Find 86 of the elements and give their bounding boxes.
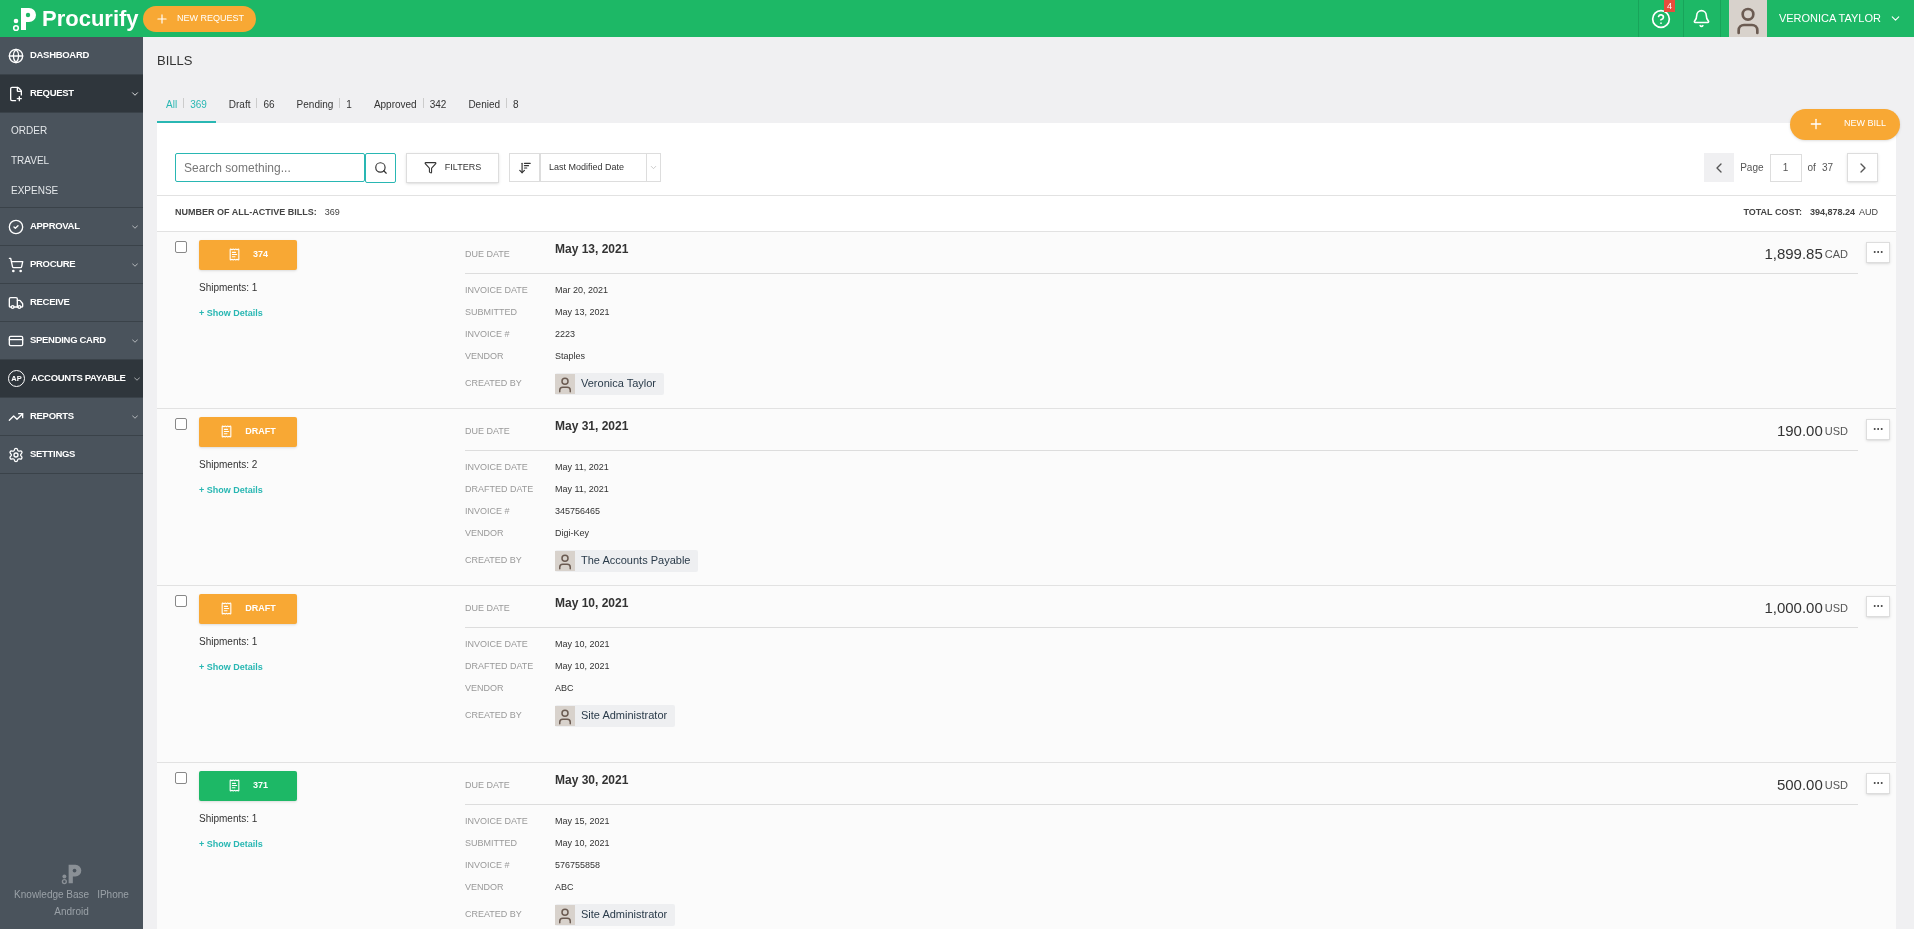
field-value: May 11, 2021 bbox=[555, 483, 609, 497]
search-field[interactable]: Search something... bbox=[175, 153, 365, 182]
shipments-count: Shipments: 2 bbox=[199, 457, 259, 472]
shipments-count: Shipments: 1 bbox=[199, 280, 259, 295]
due-date: May 10, 2021 bbox=[555, 594, 629, 612]
field-label: CREATED BY bbox=[465, 708, 523, 722]
page-total: 37 bbox=[1821, 161, 1833, 175]
field-label: DRAFTED DATE bbox=[465, 483, 535, 497]
field-label: VENDOR bbox=[465, 527, 505, 541]
page-input[interactable]: 1 bbox=[1769, 153, 1802, 182]
creator-chip: Site Administrator bbox=[555, 903, 676, 926]
field-label: INVOICE # bbox=[465, 328, 511, 342]
field-label: CREATED BY bbox=[465, 907, 523, 921]
field-label: SUBMITTED bbox=[465, 837, 518, 851]
bill-amount: 190.00 bbox=[1776, 420, 1823, 441]
shipments-count: Shipments: 1 bbox=[199, 634, 259, 649]
sidebar-subitem[interactable]: ORDER bbox=[0, 115, 143, 145]
sidebar-item[interactable]: REPORTS bbox=[0, 398, 143, 436]
logo-text: Procurify bbox=[42, 5, 139, 33]
creator-chip: The Accounts Payable bbox=[555, 549, 699, 572]
field-value: May 10, 2021 bbox=[555, 638, 610, 652]
field-label: INVOICE DATE bbox=[465, 815, 529, 829]
sort-select[interactable]: Last Modified Date bbox=[540, 153, 661, 182]
field-value: Staples bbox=[555, 350, 586, 364]
total-cost: 394,878.24 bbox=[1809, 206, 1855, 220]
status-tab[interactable]: Denied 8 bbox=[459, 92, 528, 123]
field-label: VENDOR bbox=[465, 350, 505, 364]
due-date: May 30, 2021 bbox=[555, 771, 629, 789]
field-label: DUE DATE bbox=[465, 778, 511, 792]
creator-chip: Veronica Taylor bbox=[555, 372, 664, 395]
filters-button[interactable]: FILTERS bbox=[406, 152, 499, 183]
field-label: INVOICE # bbox=[465, 859, 511, 873]
field-label: VENDOR bbox=[465, 682, 505, 696]
field-value: 2223 bbox=[555, 328, 576, 342]
due-date: May 31, 2021 bbox=[555, 417, 629, 435]
field-value: Digi-Key bbox=[555, 527, 589, 541]
total-currency: AUD bbox=[1859, 206, 1878, 220]
field-value: May 11, 2021 bbox=[555, 461, 609, 475]
creator-chip: Site Administrator bbox=[555, 704, 676, 727]
field-value: May 10, 2021 bbox=[555, 837, 610, 851]
field-label: INVOICE DATE bbox=[465, 638, 529, 652]
sidebar-item[interactable]: RECEIVE bbox=[0, 284, 143, 322]
field-label: INVOICE DATE bbox=[465, 461, 529, 475]
field-label: DUE DATE bbox=[465, 601, 511, 615]
field-value: May 13, 2021 bbox=[555, 306, 610, 320]
page-label: Page bbox=[1740, 161, 1764, 175]
page-title: BILLS bbox=[157, 52, 194, 70]
sidebar-item[interactable]: REQUEST bbox=[0, 75, 143, 113]
bill-amount: 1,000.00 bbox=[1764, 597, 1823, 618]
field-value: ABC bbox=[555, 682, 574, 696]
status-tab[interactable]: Approved 342 bbox=[364, 92, 456, 123]
field-value: 345756465 bbox=[555, 505, 601, 519]
field-label: DUE DATE bbox=[465, 424, 511, 438]
status-tab[interactable]: Pending 1 bbox=[287, 92, 361, 123]
notification-badge: 4 bbox=[1663, 0, 1675, 12]
shipments-count: Shipments: 1 bbox=[199, 811, 259, 826]
field-label: DUE DATE bbox=[465, 247, 511, 261]
field-value: ABC bbox=[555, 881, 574, 895]
sidebar-item[interactable]: PROCURE bbox=[0, 246, 143, 284]
due-date: May 13, 2021 bbox=[555, 240, 629, 258]
bill-currency: CAD bbox=[1824, 246, 1848, 262]
bill-amount: 1,899.85 bbox=[1764, 243, 1823, 264]
status-tab[interactable]: Draft 66 bbox=[219, 92, 284, 123]
page-of-label: of bbox=[1807, 161, 1816, 175]
field-value: Mar 20, 2021 bbox=[555, 284, 609, 298]
field-label: CREATED BY bbox=[465, 553, 523, 567]
bill-currency: USD bbox=[1824, 777, 1848, 793]
sidebar-subitem[interactable]: EXPENSE bbox=[0, 175, 143, 205]
field-label: SUBMITTED bbox=[465, 306, 518, 320]
bills-count: 369 bbox=[324, 206, 340, 220]
total-cost-label: TOTAL COST: bbox=[1743, 206, 1802, 220]
field-label: INVOICE DATE bbox=[465, 284, 529, 298]
bills-count-label: NUMBER OF ALL-ACTIVE BILLS: bbox=[175, 206, 317, 220]
field-value: May 10, 2021 bbox=[555, 660, 610, 674]
bill-amount: 500.00 bbox=[1776, 774, 1823, 795]
field-label: INVOICE # bbox=[465, 505, 511, 519]
field-label: CREATED BY bbox=[465, 376, 523, 390]
bill-currency: USD bbox=[1824, 600, 1848, 616]
field-value: 576755858 bbox=[555, 859, 601, 873]
field-label: VENDOR bbox=[465, 881, 505, 895]
sidebar-item[interactable]: APPROVAL bbox=[0, 208, 143, 246]
bill-currency: USD bbox=[1824, 423, 1848, 439]
field-label: DRAFTED DATE bbox=[465, 660, 535, 674]
field-value: May 15, 2021 bbox=[555, 815, 610, 829]
sidebar-item[interactable]: SETTINGS bbox=[0, 436, 143, 474]
sidebar-subitem[interactable]: TRAVEL bbox=[0, 145, 143, 175]
